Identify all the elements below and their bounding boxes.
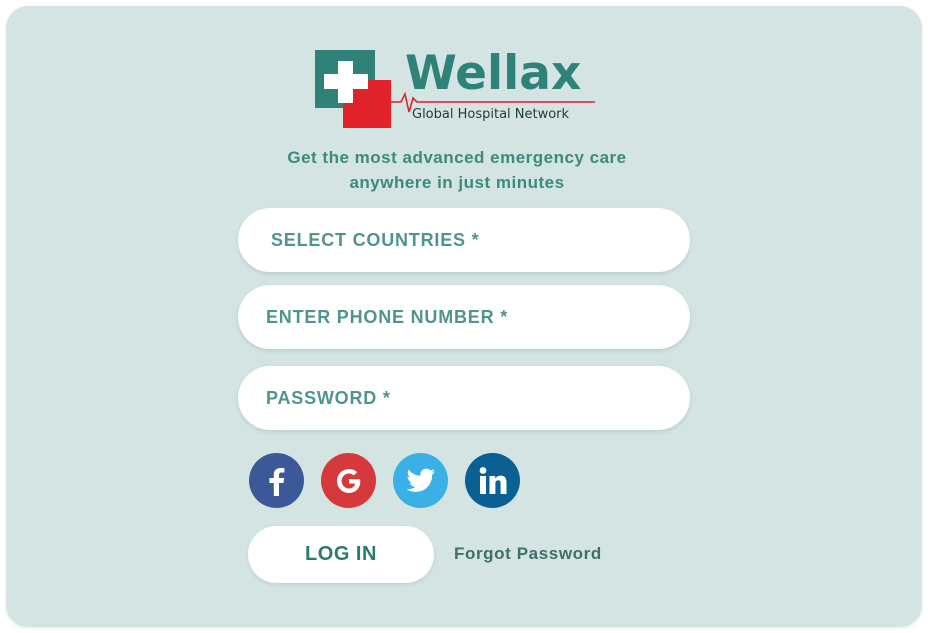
phone-number-placeholder: ENTER PHONE NUMBER * — [266, 306, 509, 327]
tagline: Get the most advanced emergency care any… — [250, 145, 664, 195]
password-placeholder: PASSWORD * — [266, 387, 391, 408]
wellax-logo: Wellax Global Hospital Network — [315, 48, 595, 130]
twitter-login-button[interactable] — [393, 453, 448, 508]
country-select-placeholder: SELECT COUNTRIES * — [271, 229, 480, 250]
facebook-login-button[interactable] — [249, 453, 304, 508]
twitter-icon — [406, 468, 435, 492]
google-login-button[interactable] — [321, 453, 376, 508]
country-select[interactable]: SELECT COUNTRIES * — [238, 208, 690, 272]
phone-number-input[interactable]: ENTER PHONE NUMBER * — [238, 285, 690, 349]
facebook-icon — [268, 467, 284, 496]
tagline-line-2: anywhere in just minutes — [349, 173, 565, 192]
password-input[interactable]: PASSWORD * — [238, 366, 690, 430]
linkedin-icon — [479, 466, 506, 494]
brand-subtitle: Global Hospital Network — [412, 107, 570, 122]
login-button-label: LOG IN — [305, 543, 377, 565]
linkedin-login-button[interactable] — [465, 453, 520, 508]
google-icon — [336, 468, 360, 493]
medical-cross-icon — [315, 50, 391, 128]
login-button[interactable]: LOG IN — [248, 526, 434, 583]
tagline-line-1: Get the most advanced emergency care — [287, 148, 627, 167]
forgot-password-link[interactable]: Forgot Password — [454, 544, 602, 564]
